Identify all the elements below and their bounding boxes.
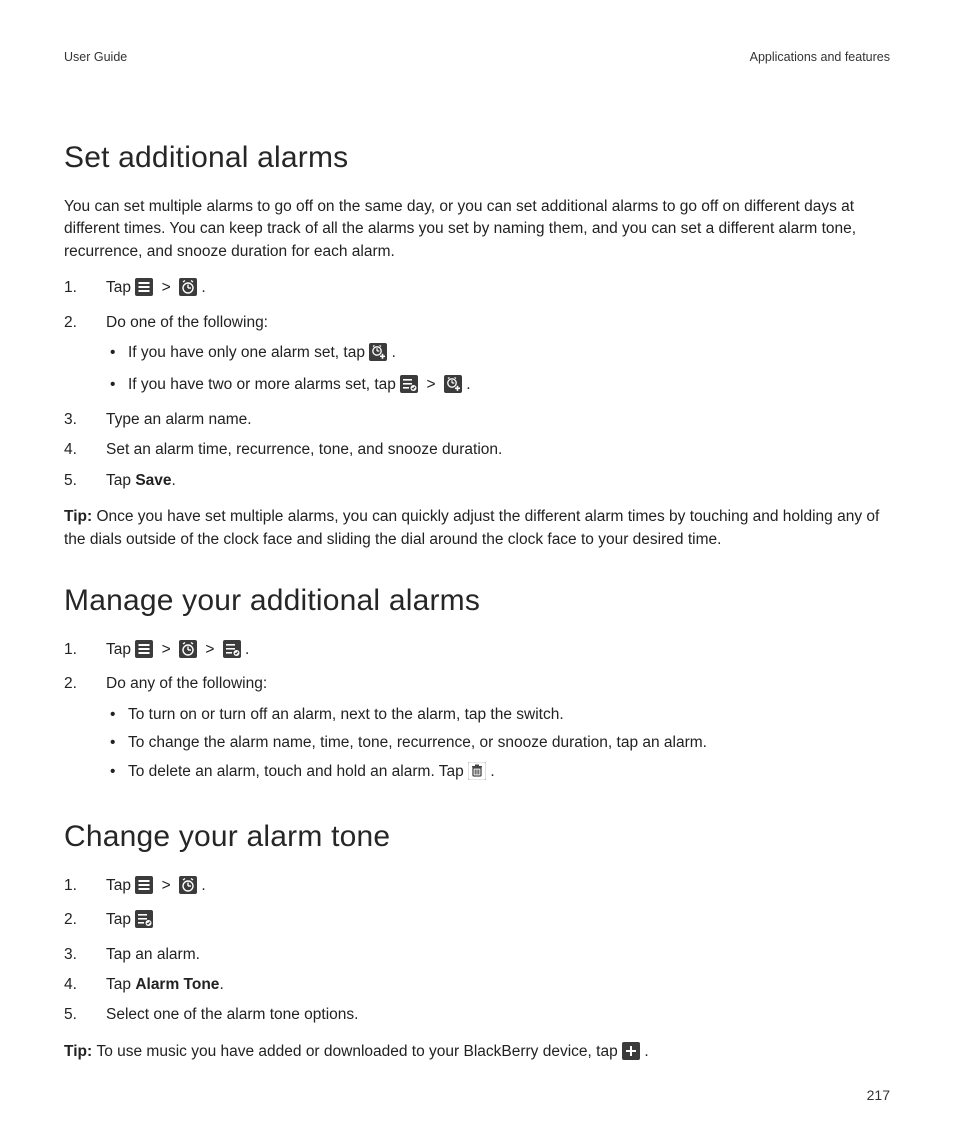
- page-number: 217: [867, 1085, 890, 1105]
- period: .: [245, 641, 249, 658]
- step-3: Type an alarm name.: [64, 409, 890, 431]
- step-2: Do one of the following: If you have onl…: [64, 312, 890, 401]
- intro-paragraph: You can set multiple alarms to go off on…: [64, 196, 890, 263]
- period: .: [490, 763, 494, 780]
- step-4: Set an alarm time, recurrence, tone, and…: [64, 439, 890, 461]
- tip-label: Tip:: [64, 508, 96, 525]
- save-label: Save: [135, 472, 171, 489]
- bullet-toggle: To turn on or turn off an alarm, next to…: [128, 704, 890, 726]
- sub-bullets: To turn on or turn off an alarm, next to…: [106, 704, 890, 787]
- heading-change-alarm-tone: Change your alarm tone: [64, 815, 890, 859]
- section-change-alarm-tone: Change your alarm tone Tap > . Tap Tap a…: [64, 815, 890, 1067]
- crumb-separator: >: [162, 639, 171, 661]
- alarm-list-icon: [400, 375, 418, 400]
- alarm-add-icon: [369, 343, 387, 368]
- bullet-text: If you have two or more alarms set, tap: [128, 376, 400, 393]
- alarm-tone-label: Alarm Tone: [135, 976, 219, 993]
- period: .: [201, 279, 205, 296]
- crumb-separator: >: [162, 875, 171, 897]
- alarm-list-icon: [135, 910, 153, 935]
- sub-bullets: If you have only one alarm set, tap . If…: [106, 342, 890, 401]
- crumb-separator: >: [427, 374, 436, 396]
- step-text: Tap: [106, 279, 135, 296]
- plus-icon: [622, 1042, 640, 1067]
- tip-text: To use music you have added or downloade…: [96, 1043, 622, 1060]
- period: .: [644, 1043, 648, 1060]
- tip-alarm-tone: Tip: To use music you have added or down…: [64, 1041, 890, 1067]
- heading-set-additional-alarms: Set additional alarms: [64, 136, 890, 180]
- alarm-icon: [179, 876, 197, 901]
- header-left: User Guide: [64, 48, 127, 66]
- step-1: Tap > > .: [64, 639, 890, 665]
- crumb-separator: >: [162, 277, 171, 299]
- alarm-icon: [179, 278, 197, 303]
- period: .: [219, 976, 223, 993]
- step-text: Tap: [106, 911, 135, 928]
- step-1: Tap > .: [64, 277, 890, 303]
- trash-icon: [468, 762, 486, 787]
- tip-set-additional: Tip: Once you have set multiple alarms, …: [64, 506, 890, 551]
- bullet-delete: To delete an alarm, touch and hold an al…: [128, 761, 890, 787]
- bullet-one-alarm: If you have only one alarm set, tap .: [128, 342, 890, 368]
- section-set-additional-alarms: Set additional alarms You can set multip…: [64, 136, 890, 551]
- step-2: Do any of the following: To turn on or t…: [64, 673, 890, 787]
- header-right: Applications and features: [750, 48, 890, 66]
- alarm-icon: [179, 640, 197, 665]
- crumb-separator: >: [205, 639, 214, 661]
- bullet-text: If you have only one alarm set, tap: [128, 344, 369, 361]
- step-3: Tap an alarm.: [64, 944, 890, 966]
- tip-text: Once you have set multiple alarms, you c…: [64, 508, 879, 547]
- steps-tone: Tap > . Tap Tap an alarm. Tap Alarm Tone…: [64, 875, 890, 1027]
- bullet-edit: To change the alarm name, time, tone, re…: [128, 732, 890, 754]
- steps-set-additional: Tap > . Do one of the following: If you …: [64, 277, 890, 492]
- step-text: Do one of the following:: [106, 314, 268, 331]
- step-text: Do any of the following:: [106, 675, 267, 692]
- bullet-text: To delete an alarm, touch and hold an al…: [128, 763, 468, 780]
- alarm-list-icon: [223, 640, 241, 665]
- step-text: Tap: [106, 877, 135, 894]
- tip-label: Tip:: [64, 1043, 96, 1060]
- step-4: Tap Alarm Tone.: [64, 974, 890, 996]
- period: .: [466, 376, 470, 393]
- alarm-add-icon: [444, 375, 462, 400]
- page: User Guide Applications and features Set…: [0, 0, 954, 1145]
- step-2: Tap: [64, 909, 890, 935]
- step-1: Tap > .: [64, 875, 890, 901]
- section-manage-additional-alarms: Manage your additional alarms Tap > > . …: [64, 579, 890, 787]
- step-5: Select one of the alarm tone options.: [64, 1004, 890, 1026]
- menu-icon: [135, 640, 153, 665]
- menu-icon: [135, 278, 153, 303]
- step-text: Tap: [106, 641, 135, 658]
- step-text: Tap: [106, 472, 135, 489]
- step-5: Tap Save.: [64, 470, 890, 492]
- bullet-multi-alarm: If you have two or more alarms set, tap …: [128, 374, 890, 400]
- heading-manage-additional-alarms: Manage your additional alarms: [64, 579, 890, 623]
- page-header: User Guide Applications and features: [64, 48, 890, 66]
- period: .: [392, 344, 396, 361]
- menu-icon: [135, 876, 153, 901]
- period: .: [201, 877, 205, 894]
- steps-manage: Tap > > . Do any of the following: To tu…: [64, 639, 890, 787]
- step-text: Tap: [106, 976, 135, 993]
- period: .: [172, 472, 176, 489]
